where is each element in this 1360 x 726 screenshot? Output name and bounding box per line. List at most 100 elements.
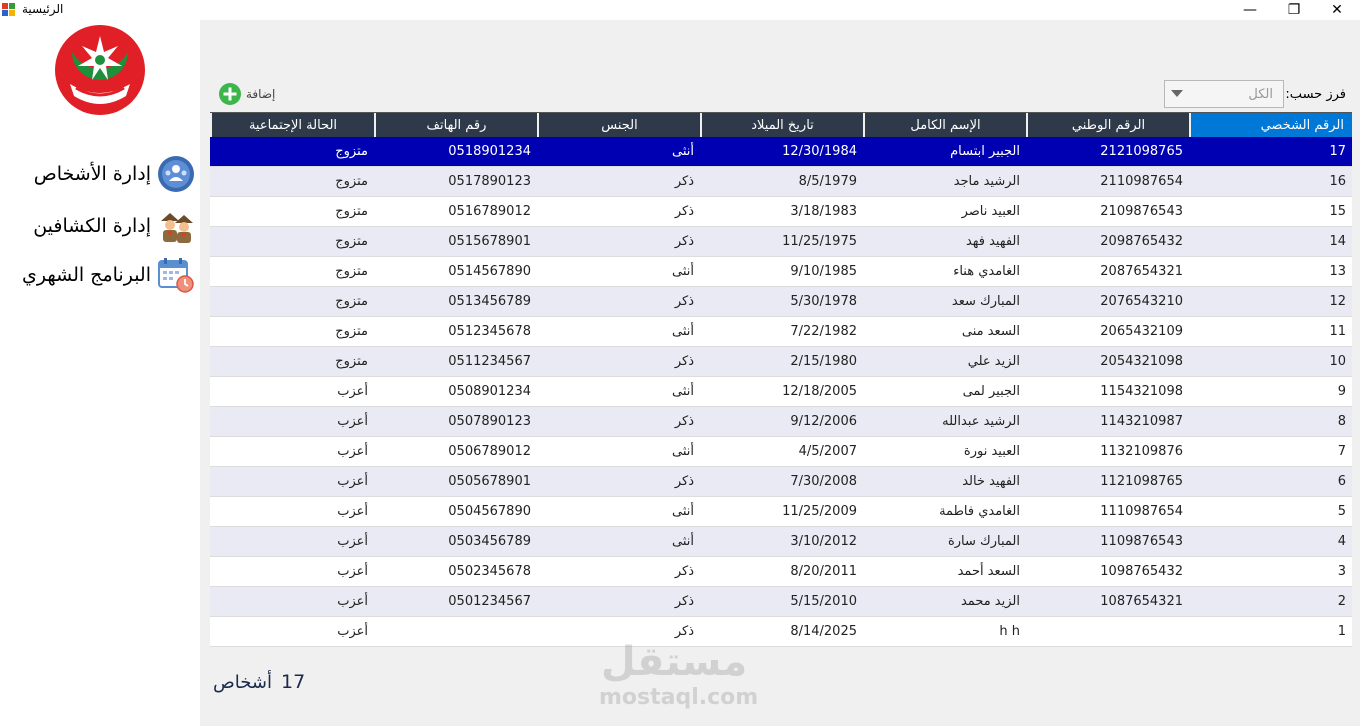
column-birth-date-cell: 7/22/1982 [790,324,857,339]
column-phone-cell: 0513456789 [448,294,531,309]
column-phone-cell: 0518901234 [448,144,531,159]
app-window-icon [2,3,15,16]
column-marital-status-cell: متزوج [335,174,368,189]
column-birth-date-cell: 12/18/2005 [782,384,857,399]
title-bar: الرئيسية — ❐ ✕ [0,0,1360,20]
column-birth-date-cell: 8/5/1979 [798,174,857,189]
column-full-name-cell: h h [999,624,1020,639]
watermark-logo: مستقل [601,639,748,685]
column-gender-cell: ذكر [674,564,694,579]
column-national-id-cell [1026,617,1189,646]
table-row[interactable]: 12 2076543210 المبارك سعد 5/30/1978 ذكر 05134… [210,287,1352,317]
restore-button[interactable]: ❐ [1271,0,1317,20]
column-birth-date-cell: 11/25/1975 [782,234,857,249]
column-gender-cell: ذكر [674,294,694,309]
column-gender-cell: أنثى [672,444,694,459]
column-birth-date-header[interactable]: تاريخ الميلاد [700,113,863,137]
column-gender-header[interactable]: الجنس [537,113,700,137]
column-full-name-cell: المبارك سعد [951,294,1020,309]
sidebar-item-label: إدارة الكشافين [33,215,151,237]
column-phone-cell: 0504567890 [448,504,531,519]
column-marital-status-header[interactable]: الحالة الإجتماعية [210,113,374,137]
column-phone-cell: 0511234567 [448,354,531,369]
table-row[interactable]: 1h h 8/14/2025 ذكر أعزب [210,617,1352,647]
column-full-name-header[interactable]: الإسم الكامل [863,113,1026,137]
column-birth-date-cell: 3/10/2012 [790,534,857,549]
table-row[interactable]: 3 1098765432 السعد أحمد 8/20/2011 ذكر 0502345… [210,557,1352,587]
sidebar-item-scouts[interactable]: إدارة الكشافين [33,205,195,247]
table-row[interactable]: 9 1154321098 الجبير لمى 12/18/2005 أنثى 05089… [210,377,1352,407]
column-full-name-cell: الغامدي فاطمة [939,504,1020,519]
table-row[interactable]: 7 1132109876 العبيد نورة 4/5/2007 أنثى 050678… [210,437,1352,467]
column-personal-id-cell: 13 [1329,264,1346,279]
column-national-id-cell: 1087654321 [1100,594,1183,609]
column-gender-cell: ذكر [674,234,694,249]
column-marital-status-cell: أعزب [337,534,368,549]
sidebar-item-label: البرنامج الشهري [22,264,151,286]
table-row[interactable]: 15 2109876543 العبيد ناصر 3/18/1983 ذكر 05167… [210,197,1352,227]
column-marital-status-cell: متزوج [335,234,368,249]
sidebar-item-people[interactable]: إدارة الأشخاص [34,153,195,195]
add-button[interactable]: إضافة [218,81,275,107]
table-row[interactable]: 4 1109876543 المبارك سارة 3/10/2012 أنثى 0503… [210,527,1352,557]
column-gender-cell: أنثى [672,144,694,159]
column-personal-id-cell: 10 [1329,354,1346,369]
column-gender-cell: أنثى [672,264,694,279]
table-row[interactable]: 17 2121098765 الجبير ابتسام 12/30/1984 أنثى 0… [210,137,1352,167]
column-full-name-cell: الرشيد عبدالله [942,414,1020,429]
column-phone-cell [374,617,537,646]
table-header: الرقم الشخصي الرقم الوطني الإسم الكامل تاري… [210,113,1352,137]
column-marital-status-cell: متزوج [335,324,368,339]
table-row[interactable]: 14 2098765432 الفهيد فهد 11/25/1975 ذكر 05156… [210,227,1352,257]
table-row[interactable]: 16 2110987654 الرشيد ماجد 8/5/1979 ذكر 051789… [210,167,1352,197]
column-national-id-header[interactable]: الرقم الوطني [1026,113,1189,137]
column-phone-cell: 0502345678 [448,564,531,579]
column-full-name-cell: السعد منى [961,324,1020,339]
table-row[interactable]: 6 1121098765 الفهيد خالد 7/30/2008 ذكر 050567… [210,467,1352,497]
column-birth-date-cell: 12/30/1984 [782,144,857,159]
column-marital-status-cell: متزوج [335,354,368,369]
calendar-clock-icon [158,258,194,293]
column-marital-status-cell: أعزب [337,504,368,519]
table-row[interactable]: 2 1087654321 الزيد محمد 5/15/2010 ذكر 0501234… [210,587,1352,617]
minimize-button[interactable]: — [1227,0,1273,20]
column-marital-status-cell: متزوج [335,144,368,159]
column-birth-date-cell: 9/12/2006 [790,414,857,429]
close-button[interactable]: ✕ [1314,0,1360,20]
close-icon: ✕ [1331,2,1343,18]
sidebar-item-monthly-program[interactable]: البرنامج الشهري [22,254,195,296]
table-row[interactable]: 10 2054321098 الزيد علي 2/15/1980 ذكر 0511234… [210,347,1352,377]
scouts-logo [53,23,147,117]
column-phone-cell: 0507890123 [448,414,531,429]
column-birth-date-cell: 5/15/2010 [790,594,857,609]
sidebar: إدارة الأشخاص إدارة الكشافين البرنامج ال… [0,20,200,726]
column-personal-id-cell: 6 [1337,474,1346,489]
chevron-down-icon [1171,90,1183,97]
watermark-text: mostaql.com [599,685,759,710]
people-count-label: أشخاص [213,672,272,693]
column-birth-date-cell: 9/10/1985 [790,264,857,279]
column-birth-date-cell: 11/25/2009 [782,504,857,519]
column-personal-id-cell: 5 [1337,504,1346,519]
people-table[interactable]: الرقم الشخصي الرقم الوطني الإسم الكامل تاري… [210,112,1352,647]
sort-dropdown[interactable]: الكل [1164,80,1284,108]
column-phone-cell: 0501234567 [448,594,531,609]
column-birth-date-cell: 5/30/1978 [790,294,857,309]
column-national-id-cell: 2098765432 [1100,234,1183,249]
column-marital-status-cell: أعزب [337,474,368,489]
table-row[interactable]: 8 1143210987 الرشيد عبدالله 9/12/2006 ذكر 050… [210,407,1352,437]
column-phone-header[interactable]: رقم الهاتف [374,113,537,137]
column-birth-date-cell: 2/15/1980 [790,354,857,369]
column-gender-cell: ذكر [674,414,694,429]
column-personal-id-cell: 4 [1337,534,1346,549]
table-row[interactable]: 11 2065432109 السعد منى 7/22/1982 أنثى 051234… [210,317,1352,347]
column-marital-status-cell: أعزب [337,564,368,579]
table-row[interactable]: 5 1110987654 الغامدي فاطمة 11/25/2009 أنثى 05… [210,497,1352,527]
column-marital-status-cell: أعزب [337,594,368,609]
table-row[interactable]: 13 2087654321 الغامدي هناء 9/10/1985 أنثى 051… [210,257,1352,287]
restore-icon: ❐ [1287,2,1301,18]
column-personal-id-header[interactable]: الرقم الشخصي [1189,113,1352,137]
column-phone-cell: 0506789012 [448,444,531,459]
column-full-name-cell: الرشيد ماجد [953,174,1020,189]
column-phone-cell: 0508901234 [448,384,531,399]
